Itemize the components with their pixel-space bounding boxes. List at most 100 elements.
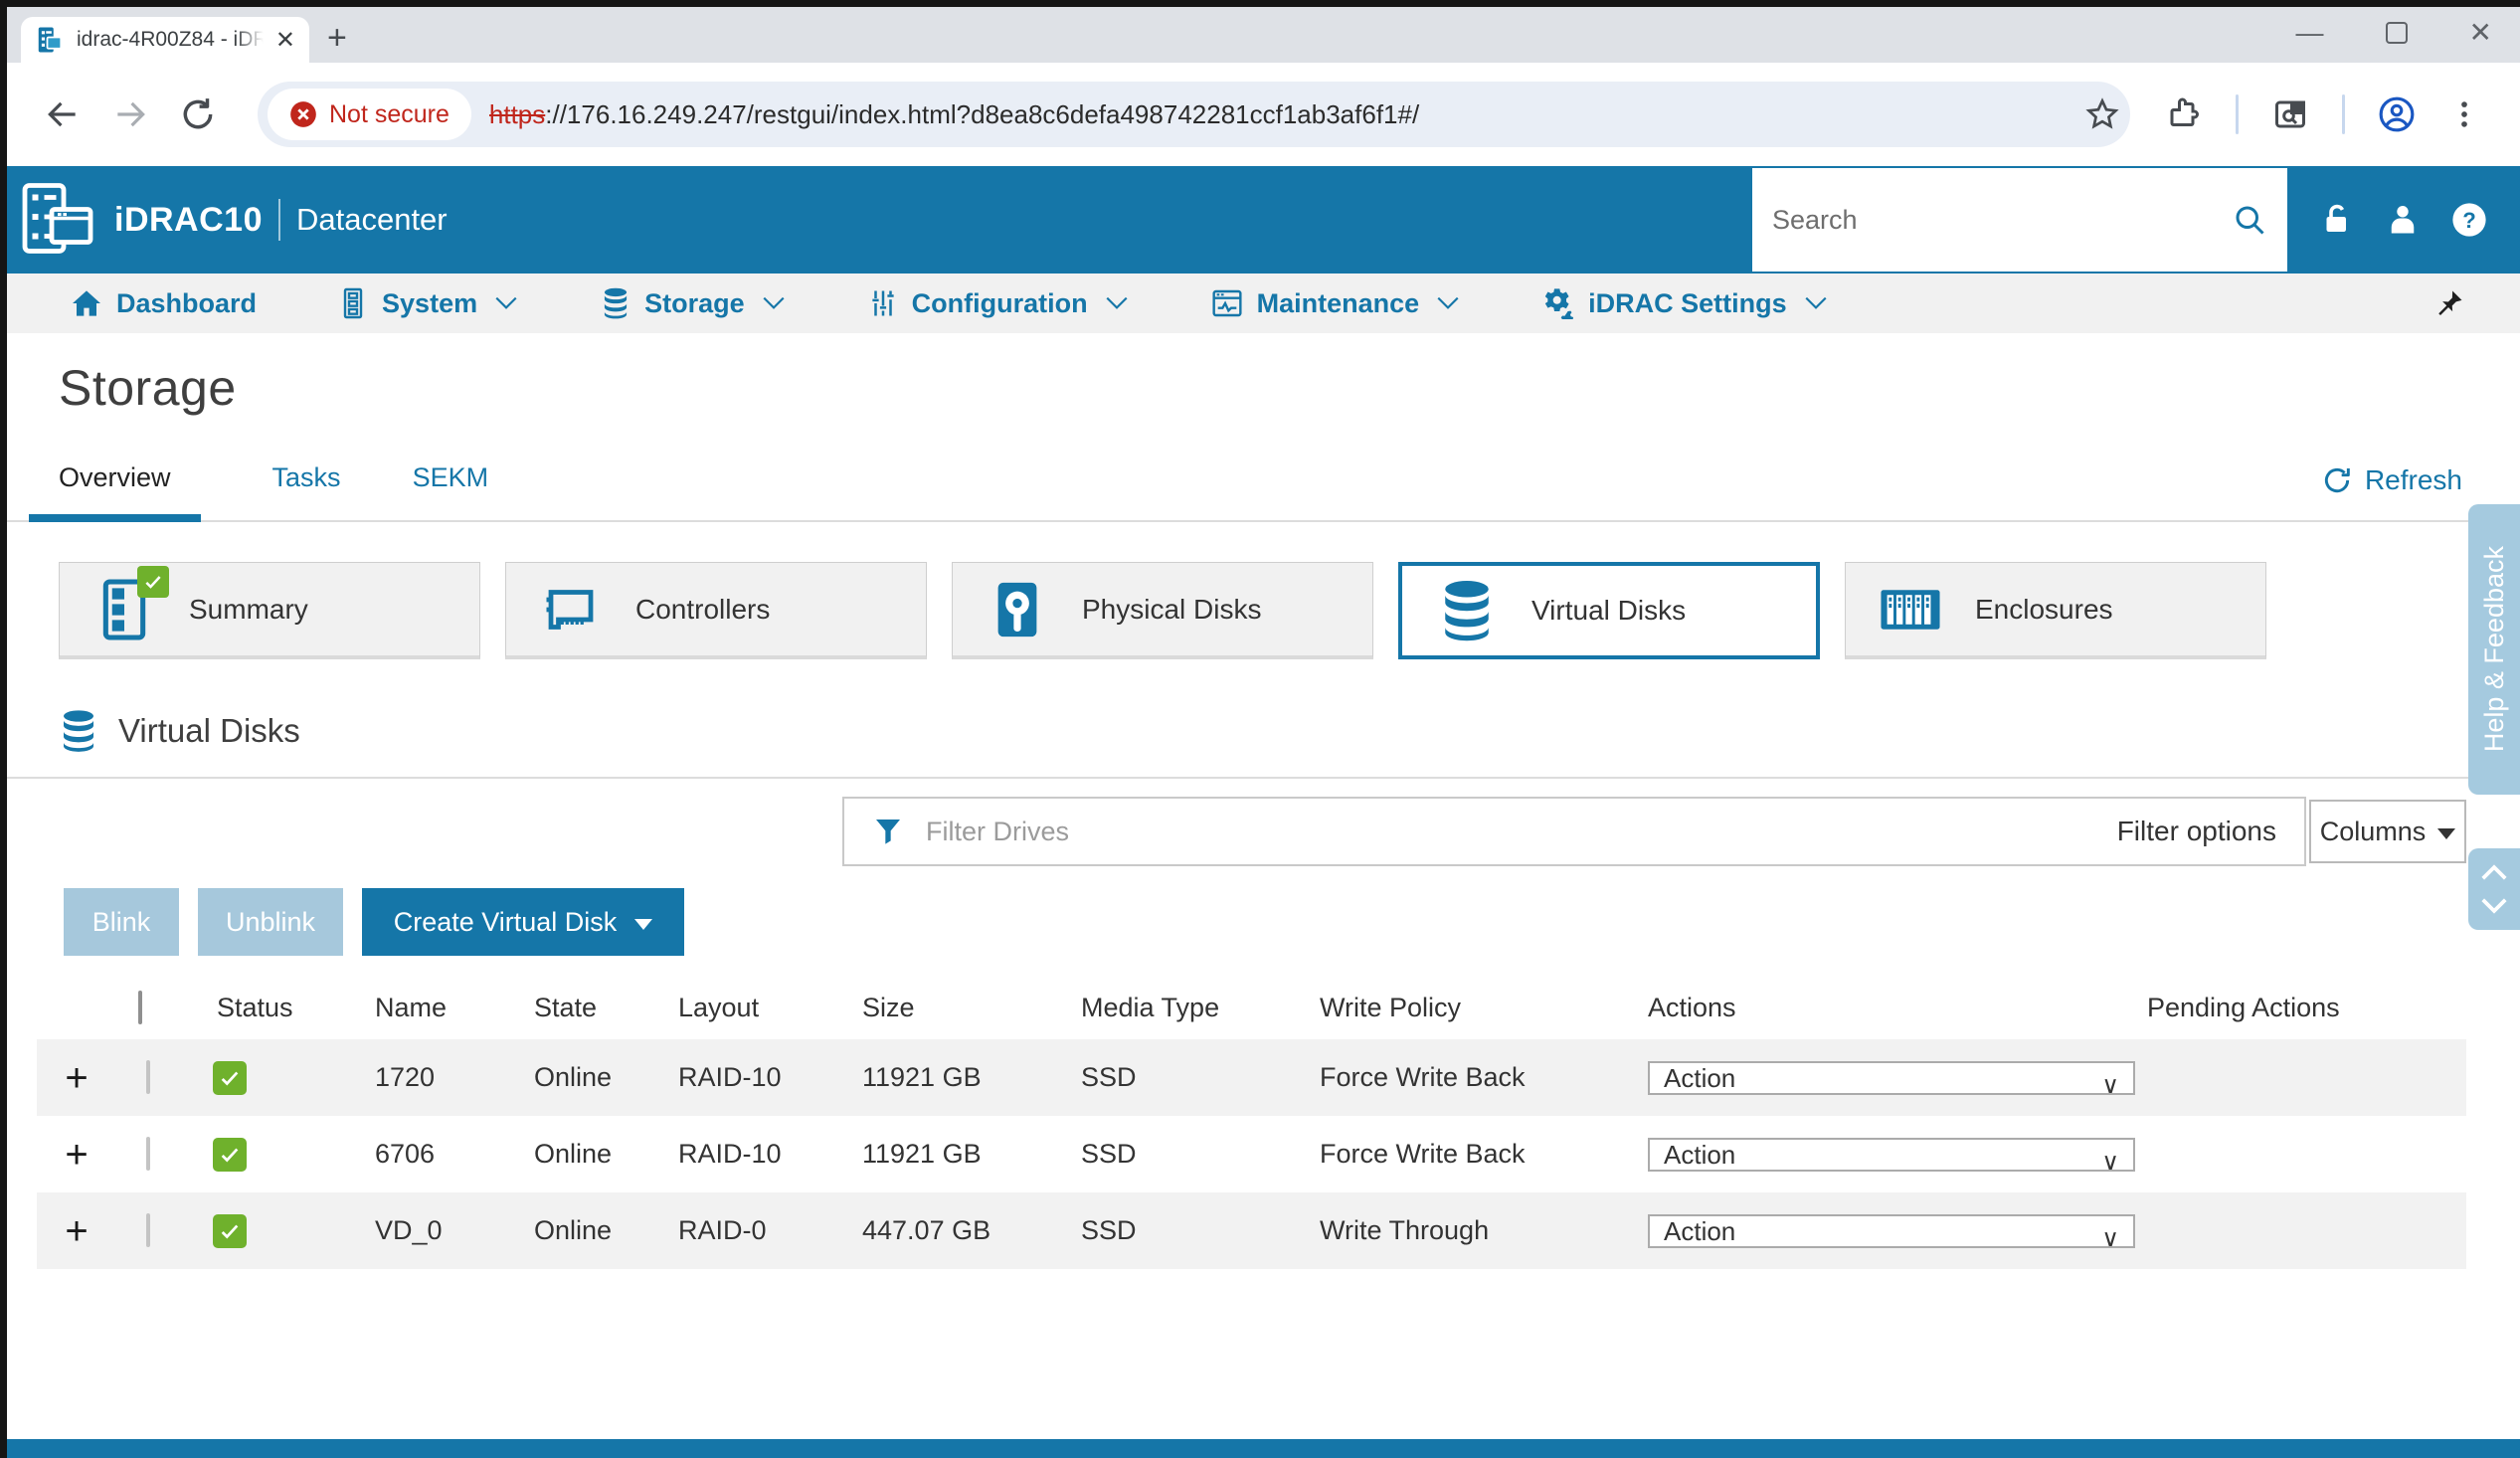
close-tab-icon[interactable]: ✕: [275, 26, 295, 55]
chevron-down-icon: [1803, 293, 1829, 313]
nav-dashboard[interactable]: Dashboard: [71, 287, 257, 319]
help-feedback-tab[interactable]: Help & Feedback: [2468, 504, 2520, 795]
expand-row-button[interactable]: +: [37, 1211, 116, 1251]
action-select[interactable]: Action: [1648, 1214, 2135, 1248]
physical-disks-icon: [991, 579, 1043, 640]
not-secure-label: Not secure: [329, 100, 450, 129]
status-ok-icon: [213, 1214, 247, 1248]
new-tab-button[interactable]: +: [327, 21, 347, 55]
action-select[interactable]: Action: [1648, 1138, 2135, 1172]
tab-sekm[interactable]: SEKM: [413, 456, 489, 520]
filter-drives-box[interactable]: Filter options: [842, 797, 2306, 866]
nav-system[interactable]: System: [338, 287, 519, 319]
nav-configuration[interactable]: Configuration: [868, 287, 1130, 319]
not-secure-chip[interactable]: Not secure: [268, 89, 471, 140]
row-checkbox[interactable]: [146, 1137, 150, 1171]
nav-idrac-settings[interactable]: iDRAC Settings: [1542, 287, 1829, 319]
filter-options-link[interactable]: Filter options: [2117, 816, 2276, 847]
tab-overview[interactable]: Overview: [29, 456, 201, 522]
refresh-button[interactable]: Refresh: [2321, 464, 2462, 496]
blink-button[interactable]: Blink: [64, 888, 179, 956]
search-input[interactable]: [1772, 205, 2232, 236]
reload-button[interactable]: [168, 85, 228, 144]
card-virtual-disks[interactable]: Virtual Disks: [1398, 562, 1820, 659]
card-enclosures[interactable]: Enclosures: [1845, 562, 2266, 659]
toolbar-separator: [2342, 94, 2345, 134]
columns-button[interactable]: Columns: [2309, 800, 2466, 863]
toolbar-separator: [2236, 94, 2239, 134]
vd-size: 11921 GB: [842, 1139, 1061, 1170]
row-checkbox[interactable]: [146, 1213, 150, 1247]
unblink-button[interactable]: Unblink: [198, 888, 343, 956]
card-physical-disks[interactable]: Physical Disks: [952, 562, 1373, 659]
summary-status-check-icon: [137, 566, 169, 598]
card-controllers[interactable]: Controllers: [505, 562, 927, 659]
vd-name: 6706: [355, 1139, 514, 1170]
main-navigation: Dashboard System Storage Configuration M…: [7, 273, 2520, 333]
col-pending-actions: Pending Actions: [2115, 993, 2466, 1023]
card-summary[interactable]: Summary: [59, 562, 480, 659]
expand-row-button[interactable]: +: [37, 1058, 116, 1098]
chevron-down-icon: [1104, 293, 1130, 313]
side-panel-icon[interactable]: [2260, 85, 2320, 144]
idrac-settings-icon: [1542, 287, 1574, 319]
browser-tab[interactable]: idrac-4R00Z84 - iDRAC10 - Stor ✕: [21, 17, 309, 63]
vd-write-policy: Force Write Back: [1300, 1139, 1628, 1170]
menu-kebab-icon[interactable]: [2434, 85, 2494, 144]
vd-write-policy: Force Write Back: [1300, 1062, 1628, 1093]
idrac-logo: [19, 180, 96, 260]
col-state: State: [514, 993, 658, 1023]
minimize-button[interactable]: —: [2296, 19, 2324, 47]
create-virtual-disk-button[interactable]: Create Virtual Disk: [362, 888, 684, 956]
lock-icon[interactable]: [2319, 202, 2355, 238]
scroll-down-button[interactable]: [2479, 895, 2509, 917]
section-divider: [7, 777, 2520, 779]
product-edition: Datacenter: [296, 202, 448, 238]
nav-maintenance[interactable]: Maintenance: [1211, 287, 1462, 319]
page-footer-bar: [7, 1439, 2520, 1458]
filter-drives-input[interactable]: [926, 817, 2095, 847]
forward-button[interactable]: [100, 85, 160, 144]
nav-storage[interactable]: Storage: [601, 287, 787, 319]
vd-state: Online: [514, 1139, 658, 1170]
vd-state: Online: [514, 1062, 658, 1093]
vd-media-type: SSD: [1061, 1215, 1300, 1246]
vd-write-policy: Write Through: [1300, 1215, 1628, 1246]
close-window-button[interactable]: ✕: [2469, 19, 2492, 47]
global-search[interactable]: [1752, 168, 2287, 272]
chevron-down-icon: [1435, 293, 1461, 313]
row-checkbox[interactable]: [146, 1060, 150, 1094]
address-bar[interactable]: Not secure https://176.16.249.247/restgu…: [258, 82, 2130, 147]
idrac-favicon: [35, 25, 65, 55]
user-icon[interactable]: [2385, 202, 2421, 238]
tab-tasks[interactable]: Tasks: [272, 456, 341, 520]
filter-funnel-icon: [872, 815, 904, 848]
expand-row-button[interactable]: +: [37, 1135, 116, 1175]
bookmark-star-icon[interactable]: [2084, 96, 2120, 132]
maximize-button[interactable]: [2386, 22, 2408, 44]
chevron-down-icon: [493, 293, 519, 313]
svg-text:?: ?: [2462, 208, 2476, 233]
pin-icon[interactable]: [2434, 288, 2464, 318]
extensions-icon[interactable]: [2154, 85, 2214, 144]
col-name: Name: [355, 993, 514, 1023]
col-size: Size: [842, 993, 1061, 1023]
header-checkbox[interactable]: [138, 991, 142, 1024]
action-select[interactable]: Action: [1648, 1061, 2135, 1095]
product-name: iDRAC10: [114, 201, 263, 240]
chevron-down-icon: [761, 293, 787, 313]
search-icon[interactable]: [2232, 202, 2267, 238]
controllers-icon: [541, 580, 601, 639]
section-title: Virtual Disks: [118, 712, 300, 750]
system-icon: [338, 287, 368, 319]
profile-icon[interactable]: [2367, 85, 2427, 144]
help-icon[interactable]: ?: [2450, 201, 2488, 239]
vd-media-type: SSD: [1061, 1139, 1300, 1170]
maintenance-icon: [1211, 287, 1243, 319]
scroll-up-button[interactable]: [2479, 861, 2509, 883]
status-ok-icon: [213, 1061, 247, 1095]
back-button[interactable]: [33, 85, 92, 144]
not-secure-icon: [289, 100, 317, 128]
col-write-policy: Write Policy: [1300, 993, 1628, 1023]
refresh-icon: [2321, 464, 2353, 496]
